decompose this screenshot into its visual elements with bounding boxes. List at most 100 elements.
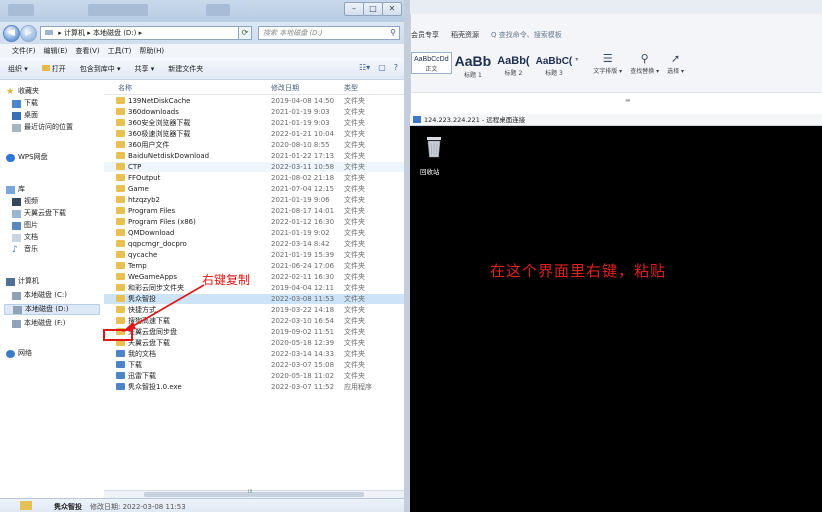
collapse-icon[interactable]: ▬ bbox=[625, 97, 631, 104]
file-date: 2021-01-19 9:03 bbox=[271, 119, 330, 127]
style-heading-1[interactable]: AaBb 标题 1 bbox=[452, 52, 495, 80]
nav-network[interactable]: 网络 bbox=[6, 348, 32, 359]
file-row[interactable]: 360用户文件 2020-08-10 8:55 文件夹 bbox=[104, 140, 404, 150]
breadcrumb-separator: ▸ bbox=[87, 29, 91, 37]
file-row[interactable]: FFOutput 2021-08-02 21:18 文件夹 bbox=[104, 173, 404, 183]
file-row[interactable]: Game 2021-07-04 12:15 文件夹 bbox=[104, 184, 404, 194]
include-in-library-button[interactable]: 包含到库中 ▾ bbox=[80, 64, 121, 74]
search-input[interactable]: 搜索 本地磁盘 (D:) ⚲ bbox=[258, 26, 400, 40]
column-name[interactable]: 名称 bbox=[118, 83, 132, 93]
select-button[interactable]: ➚ 选择 ▾ bbox=[667, 52, 684, 75]
menu-edit[interactable]: 编辑(E) bbox=[44, 46, 68, 56]
command-search[interactable]: Q 查找命令、搜索模板 bbox=[491, 30, 562, 40]
nav-label: 本地磁盘 (D:) bbox=[25, 305, 69, 313]
folder-icon bbox=[116, 240, 125, 247]
file-row[interactable]: Program Files (x86) 2022-01-12 16:30 文件夹 bbox=[104, 217, 404, 227]
file-row[interactable]: 360downloads 2021-01-19 9:03 文件夹 bbox=[104, 107, 404, 117]
paste-instruction: 在这个界面里右键，粘贴 bbox=[490, 262, 667, 280]
file-row[interactable]: QMDownload 2021-01-19 9:02 文件夹 bbox=[104, 228, 404, 238]
tab-docer[interactable]: 稻壳资源 bbox=[451, 30, 479, 40]
file-type: 文件夹 bbox=[344, 141, 365, 149]
breadcrumb-computer[interactable]: 计算机 bbox=[64, 29, 85, 37]
file-row[interactable]: 360安全浏览器下载 2021-01-19 9:03 文件夹 bbox=[104, 118, 404, 128]
new-folder-button[interactable]: 新建文件夹 bbox=[168, 64, 203, 74]
file-name: 139NetDiskCache bbox=[128, 97, 191, 105]
file-date: 2022-03-08 11:53 bbox=[271, 295, 335, 303]
file-row[interactable]: WeGameApps 2022-02-11 16:30 文件夹 bbox=[104, 272, 404, 282]
menu-tools[interactable]: 工具(T) bbox=[108, 46, 132, 56]
style-expand-icon[interactable]: ▾ bbox=[575, 56, 583, 63]
picture-icon bbox=[12, 221, 21, 230]
find-replace-button[interactable]: ⚲ 查找替换 ▾ bbox=[630, 52, 659, 75]
file-row[interactable]: 360极速浏览器下载 2022-01-21 10:04 文件夹 bbox=[104, 129, 404, 139]
menu-file[interactable]: 文件(F) bbox=[12, 46, 36, 56]
file-row[interactable]: 天翼云盘下载 2020-05-18 12:39 文件夹 bbox=[104, 338, 404, 348]
view-options-icon[interactable]: ☷▾ bbox=[359, 63, 370, 72]
help-icon[interactable]: ? bbox=[394, 63, 398, 72]
close-button[interactable]: ✕ bbox=[382, 2, 402, 16]
nav-favorites[interactable]: ★ 收藏夹 bbox=[6, 86, 39, 97]
share-button[interactable]: 共享 ▾ bbox=[135, 64, 155, 74]
menu-help[interactable]: 帮助(H) bbox=[139, 46, 164, 56]
file-row[interactable]: Program Files 2021-08-17 14:01 文件夹 bbox=[104, 206, 404, 216]
open-button[interactable]: 打开 bbox=[41, 64, 66, 74]
style-preview: AaBbCcDd bbox=[414, 56, 449, 63]
file-row[interactable]: 隽众智投1.0.exe 2022-03-07 11:52 应用程序 bbox=[104, 382, 404, 392]
text-layout-button[interactable]: ☰ 文字排版 ▾ bbox=[593, 52, 622, 75]
file-row[interactable]: qqpcmgr_docpro 2022-03-14 8:42 文件夹 bbox=[104, 239, 404, 249]
nav-downloads[interactable]: 下载 bbox=[12, 98, 38, 109]
magnifier-icon: ⚲ bbox=[640, 52, 649, 65]
folder-icon bbox=[116, 185, 125, 192]
nav-wps-drive[interactable]: WPS网盘 bbox=[6, 152, 48, 163]
file-type: 文件夹 bbox=[344, 229, 365, 237]
back-button[interactable]: ◀ bbox=[3, 25, 20, 42]
nav-drive-f[interactable]: 本地磁盘 (F:) bbox=[12, 318, 66, 329]
file-type: 文件夹 bbox=[344, 350, 365, 358]
file-row[interactable]: BaiduNetdiskDownload 2021-01-22 17:13 文件夹 bbox=[104, 151, 404, 161]
breadcrumb-drive-d[interactable]: 本地磁盘 (D:) bbox=[93, 29, 136, 37]
file-row[interactable]: qycache 2021-01-19 15:39 文件夹 bbox=[104, 250, 404, 260]
file-name: CTP bbox=[128, 163, 142, 171]
menu-view[interactable]: 查看(V) bbox=[75, 46, 99, 56]
wps-document-area[interactable]: ▬ bbox=[411, 92, 822, 115]
nav-documents[interactable]: 文档 bbox=[12, 232, 38, 243]
column-date[interactable]: 修改日期 bbox=[271, 83, 299, 93]
recycle-bin-icon[interactable] bbox=[425, 136, 443, 158]
style-heading-3[interactable]: AaBbC(标题 3 bbox=[533, 52, 576, 78]
maximize-button[interactable]: □ bbox=[363, 2, 383, 16]
tab-member[interactable]: 会员专享 bbox=[411, 30, 439, 40]
nav-computer[interactable]: 计算机 bbox=[6, 276, 39, 287]
file-row[interactable]: 下载 2022-03-07 15:08 文件夹 bbox=[104, 360, 404, 370]
file-date: 2019-04-04 12:11 bbox=[271, 284, 335, 292]
style-heading-2[interactable]: AaBb(标题 2 bbox=[494, 52, 532, 78]
file-row[interactable]: 139NetDiskCache 2019-04-08 14:50 文件夹 bbox=[104, 96, 404, 106]
refresh-icon[interactable]: ⟳ bbox=[238, 26, 252, 40]
file-row[interactable]: 我的文档 2022-03-14 14:33 文件夹 bbox=[104, 349, 404, 359]
folder-icon bbox=[116, 273, 125, 280]
search-icon[interactable]: ⚲ bbox=[390, 27, 396, 39]
nav-music[interactable]: ♪ 音乐 bbox=[12, 244, 38, 255]
organize-button[interactable]: 组织 ▾ bbox=[8, 64, 28, 74]
preview-pane-icon[interactable]: ▢ bbox=[378, 63, 386, 72]
address-bar[interactable]: ▸ 计算机 ▸ 本地磁盘 (D:) ▸ bbox=[40, 26, 252, 40]
scroll-thumb[interactable]: III bbox=[144, 489, 364, 497]
search-placeholder: 搜索 本地磁盘 (D:) bbox=[263, 29, 323, 37]
file-row[interactable]: CTP 2022-03-11 10:58 文件夹 bbox=[104, 162, 404, 172]
file-row[interactable]: htzqzyb2 2021-01-19 9:06 文件夹 bbox=[104, 195, 404, 205]
nav-recent[interactable]: 最近访问的位置 bbox=[12, 122, 73, 133]
nav-cloud-downloads[interactable]: 天翼云盘下载 bbox=[12, 208, 66, 219]
nav-drive-c[interactable]: 本地磁盘 (C:) bbox=[12, 290, 67, 301]
minimize-button[interactable]: – bbox=[344, 2, 364, 16]
file-row[interactable]: 迅雷下载 2020-05-18 11:02 文件夹 bbox=[104, 371, 404, 381]
forward-button[interactable]: ▶ bbox=[20, 25, 37, 42]
file-row[interactable]: Temp 2021-06-24 17:06 文件夹 bbox=[104, 261, 404, 271]
folder-icon bbox=[116, 196, 125, 203]
nav-library[interactable]: 库 bbox=[6, 184, 25, 195]
nav-drive-d[interactable]: 本地磁盘 (D:) bbox=[4, 304, 100, 315]
style-normal[interactable]: AaBbCcDd 正文 bbox=[411, 52, 452, 74]
nav-pictures[interactable]: 图片 bbox=[12, 220, 38, 231]
nav-videos[interactable]: 视频 bbox=[12, 196, 38, 207]
column-type[interactable]: 类型 bbox=[344, 83, 358, 93]
remote-desktop-window[interactable]: 124.223.224.221 - 远程桌面连接 回收站 在这个界面里右键，粘贴 bbox=[410, 114, 822, 512]
nav-desktop[interactable]: 桌面 bbox=[12, 110, 38, 121]
